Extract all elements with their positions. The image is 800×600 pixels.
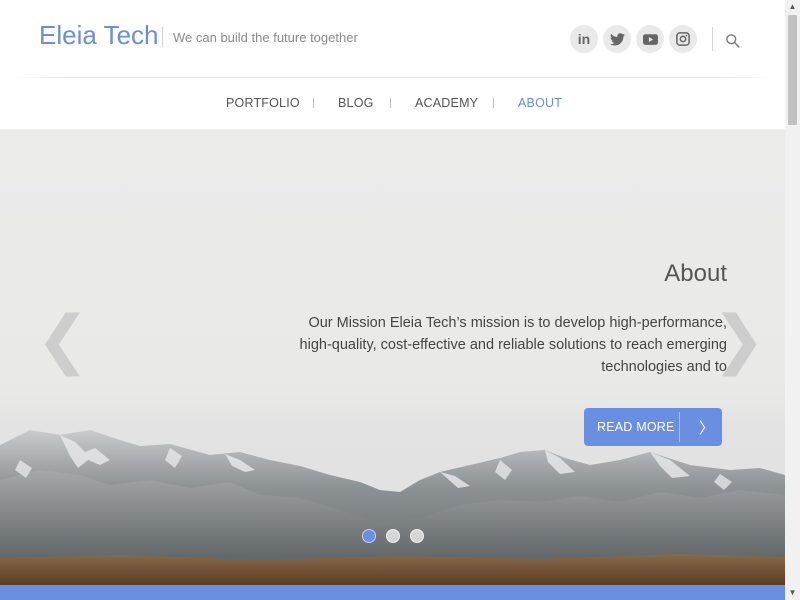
vertical-scrollbar[interactable]: ▲ ▼ <box>785 0 800 600</box>
nav-separator <box>493 98 494 108</box>
linkedin-icon: in <box>577 31 591 47</box>
chevron-right-icon: 〉 <box>699 420 715 437</box>
search-icon <box>725 33 739 47</box>
hero-title: About <box>664 260 727 287</box>
scrollbar-thumb[interactable] <box>788 15 797 125</box>
twitter-icon <box>609 32 625 45</box>
read-more-divider <box>679 412 680 442</box>
site-tagline: We can build the future together <box>173 30 358 45</box>
slider-prev-arrow[interactable]: ❮ <box>36 308 90 372</box>
read-more-button[interactable]: READ MORE 〉 <box>584 408 722 446</box>
page: Eleia Tech We can build the future toget… <box>0 0 785 600</box>
slider-dot-1[interactable] <box>362 529 376 543</box>
youtube-icon <box>642 33 658 45</box>
header-tools-divider <box>712 27 713 51</box>
youtube-link[interactable] <box>636 25 664 53</box>
slider-dot-3[interactable] <box>410 529 424 543</box>
hero-description: Our Mission Eleia Tech’s mission is to d… <box>299 315 727 375</box>
brand-divider <box>162 27 163 47</box>
site-logo[interactable]: Eleia Tech <box>39 20 159 51</box>
nav-separator <box>390 98 391 108</box>
nav-separator <box>313 98 314 108</box>
site-header: Eleia Tech We can build the future toget… <box>0 0 785 78</box>
instagram-link[interactable] <box>669 25 697 53</box>
scroll-up-arrow-icon[interactable]: ▲ <box>785 0 800 14</box>
section-accent-bar <box>0 585 785 600</box>
nav-item-blog[interactable]: BLOG <box>338 96 374 110</box>
instagram-icon <box>676 32 690 46</box>
main-nav: PORTFOLIO BLOG ACADEMY ABOUT <box>0 78 785 130</box>
read-more-label: READ MORE <box>597 420 675 434</box>
slider-dot-2[interactable] <box>386 529 400 543</box>
nav-item-portfolio[interactable]: PORTFOLIO <box>226 96 300 110</box>
nav-item-about[interactable]: ABOUT <box>518 96 562 110</box>
linkedin-link[interactable]: in <box>570 25 598 53</box>
slider-next-arrow[interactable]: ❯ <box>712 308 766 372</box>
search-button[interactable] <box>721 29 743 51</box>
nav-item-academy[interactable]: ACADEMY <box>415 96 478 110</box>
scroll-down-arrow-icon[interactable]: ▼ <box>785 586 800 600</box>
twitter-link[interactable] <box>603 25 631 53</box>
hero-slider: About Our Mission Eleia Tech’s mission i… <box>0 130 785 585</box>
